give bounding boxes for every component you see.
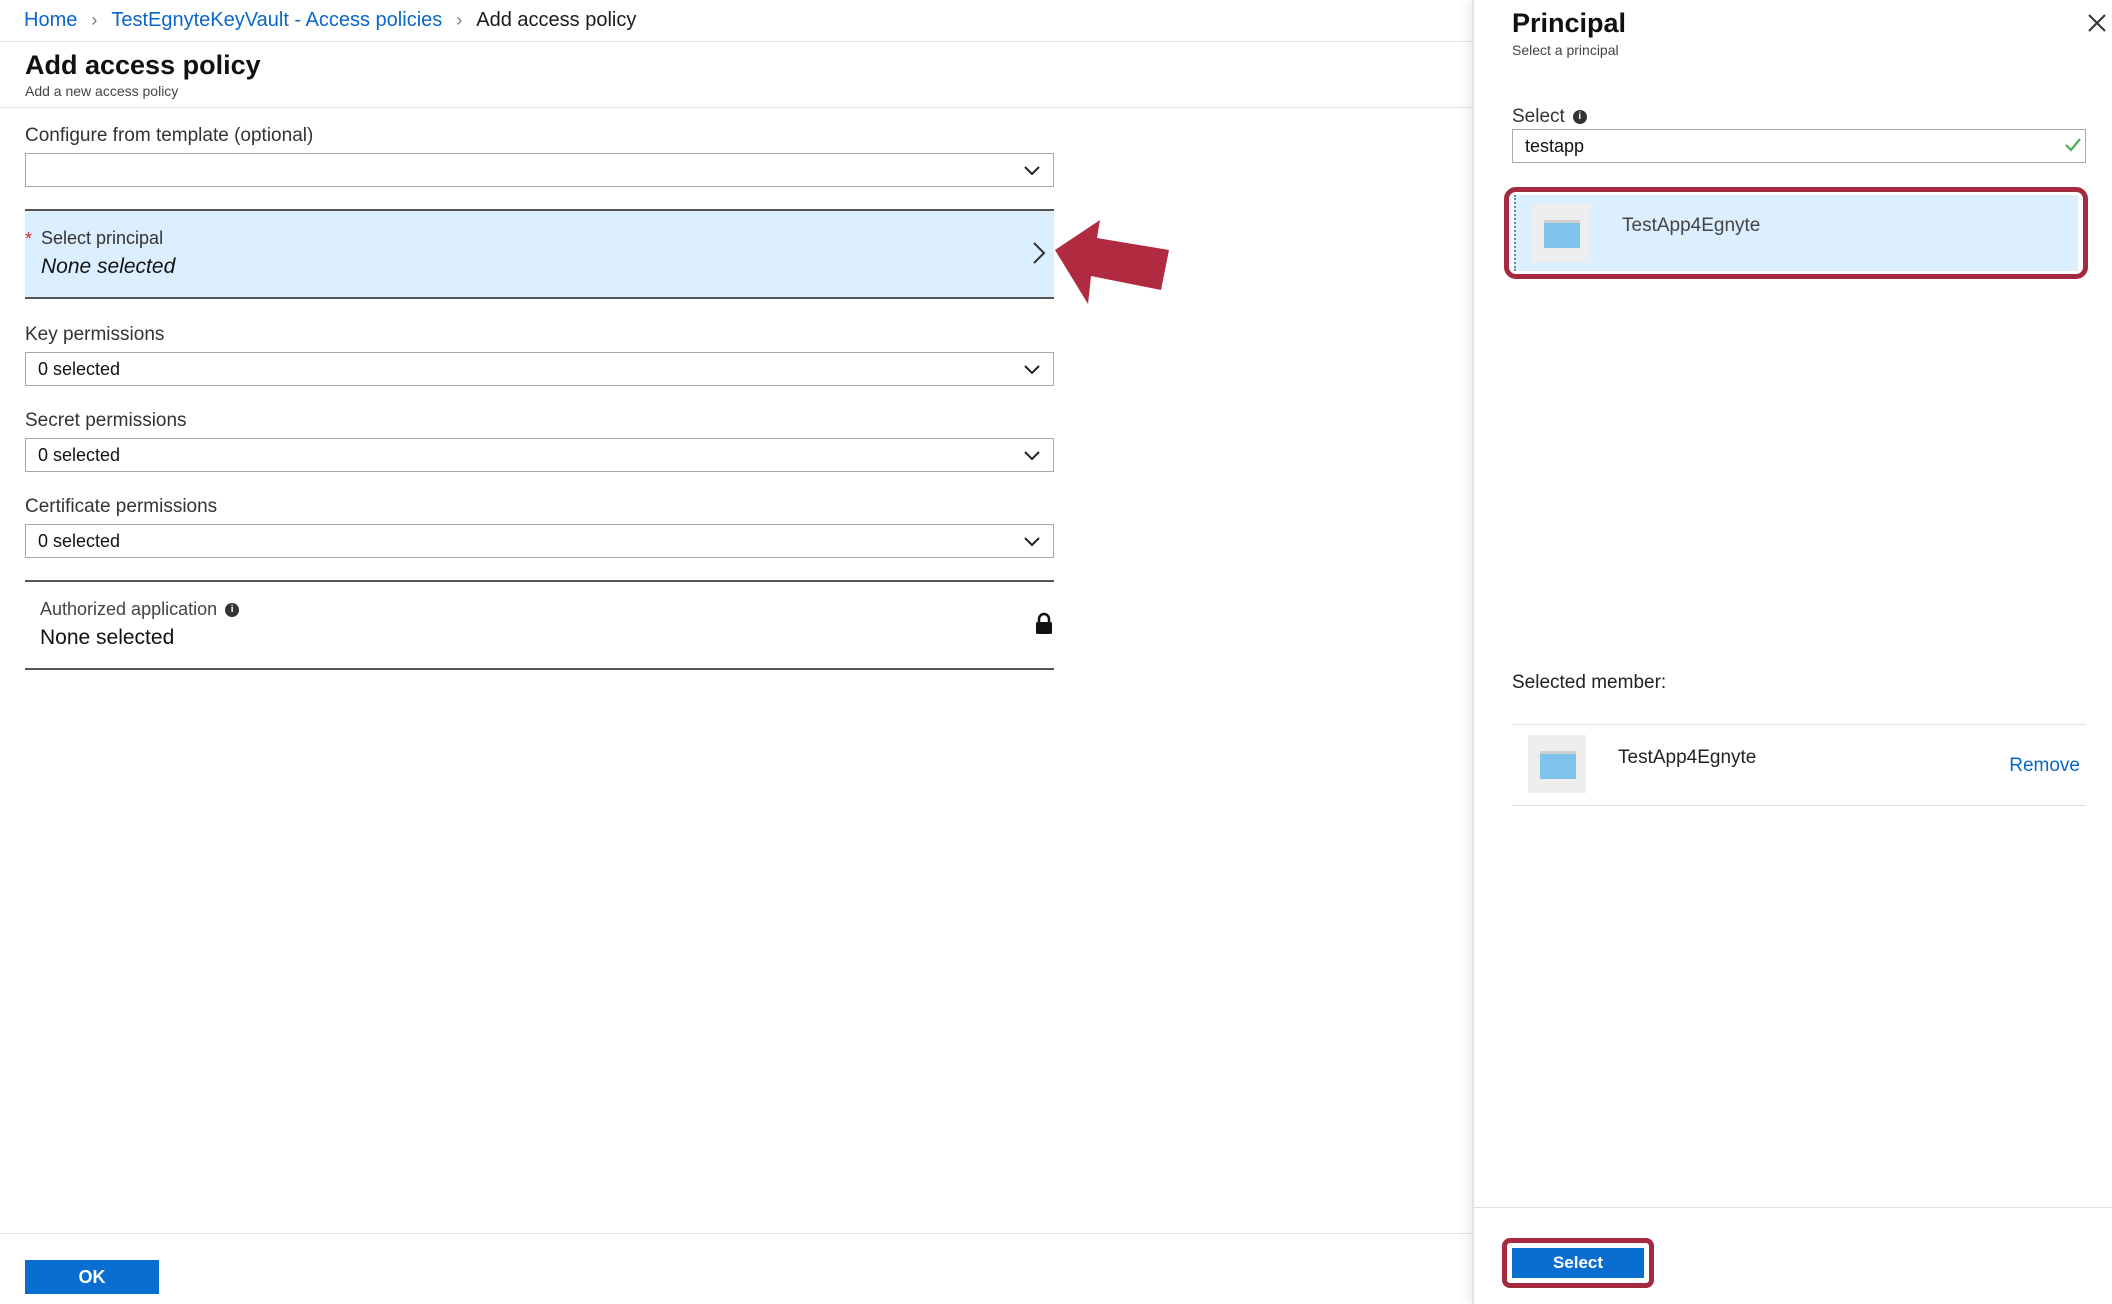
select-principal-row[interactable]: * Select principal None selected	[25, 209, 1054, 299]
search-result-item[interactable]: TestApp4Egnyte	[1514, 195, 2078, 271]
breadcrumb-current: Add access policy	[476, 9, 637, 31]
page-subtitle: Add a new access policy	[25, 83, 179, 99]
chevron-down-icon	[1024, 451, 1040, 461]
chevron-down-icon	[1024, 537, 1040, 547]
lock-icon	[1036, 612, 1052, 634]
selected-member-row: TestApp4Egnyte Remove	[1512, 724, 2086, 806]
info-icon[interactable]: i	[1572, 109, 1587, 124]
chevron-right-icon: ›	[91, 10, 98, 30]
ok-button[interactable]: OK	[25, 1260, 159, 1294]
remove-member-link[interactable]: Remove	[2009, 755, 2080, 777]
page-header: Add access policy Add a new access polic…	[0, 42, 1472, 108]
chevron-down-icon	[1024, 166, 1040, 176]
certificate-permissions-value: 0 selected	[38, 530, 121, 551]
app-icon	[1528, 735, 1586, 793]
secret-permissions-value: 0 selected	[38, 444, 121, 465]
key-permissions-value: 0 selected	[38, 358, 121, 379]
secret-permissions-dropdown[interactable]: 0 selected	[25, 438, 1054, 472]
select-label-text: Select	[1512, 106, 1565, 127]
checkmark-icon	[2065, 138, 2081, 152]
template-dropdown[interactable]	[25, 153, 1054, 187]
select-principal-label: Select principal	[41, 228, 164, 248]
required-asterisk: *	[25, 229, 33, 249]
footer-divider	[0, 1233, 1472, 1234]
search-result-name: TestApp4Egnyte	[1622, 215, 1761, 236]
select-button[interactable]: Select	[1512, 1248, 1644, 1278]
panel-subtitle: Select a principal	[1512, 42, 1619, 58]
breadcrumb: Home › TestEgnyteKeyVault - Access polic…	[0, 0, 1472, 42]
principal-panel: Principal Select a principal Select i Tes…	[1472, 0, 2112, 1304]
template-label: Configure from template (optional)	[25, 125, 314, 146]
secret-permissions-label: Secret permissions	[25, 410, 187, 431]
certificate-permissions-label: Certificate permissions	[25, 496, 218, 517]
authorized-application-label: Authorized application i	[40, 599, 240, 620]
key-permissions-dropdown[interactable]: 0 selected	[25, 352, 1054, 386]
panel-footer-divider	[1474, 1207, 2112, 1208]
certificate-permissions-dropdown[interactable]: 0 selected	[25, 524, 1054, 558]
authorized-application-row: Authorized application i None selected	[25, 580, 1054, 670]
annotation-arrow-icon	[1055, 220, 1169, 304]
breadcrumb-vault-link[interactable]: TestEgnyteKeyVault - Access policies	[111, 9, 442, 32]
chevron-right-icon	[1033, 242, 1046, 264]
select-principal-value: None selected	[41, 255, 176, 278]
app-icon	[1532, 204, 1590, 262]
selected-member-label: Selected member:	[1512, 672, 1667, 693]
breadcrumb-home-link[interactable]: Home	[24, 9, 77, 32]
close-icon[interactable]	[2086, 12, 2108, 34]
info-icon[interactable]: i	[225, 603, 240, 618]
principal-search-input[interactable]	[1512, 129, 2086, 163]
authorized-application-label-text: Authorized application	[40, 599, 218, 619]
chevron-right-icon: ›	[456, 10, 463, 30]
authorized-application-value: None selected	[40, 626, 175, 649]
selected-member-name: TestApp4Egnyte	[1618, 747, 1757, 768]
key-permissions-label: Key permissions	[25, 324, 165, 345]
select-label: Select i	[1512, 106, 1587, 128]
panel-title: Principal	[1512, 8, 1627, 38]
page-title: Add access policy	[25, 50, 261, 80]
chevron-down-icon	[1024, 365, 1040, 375]
